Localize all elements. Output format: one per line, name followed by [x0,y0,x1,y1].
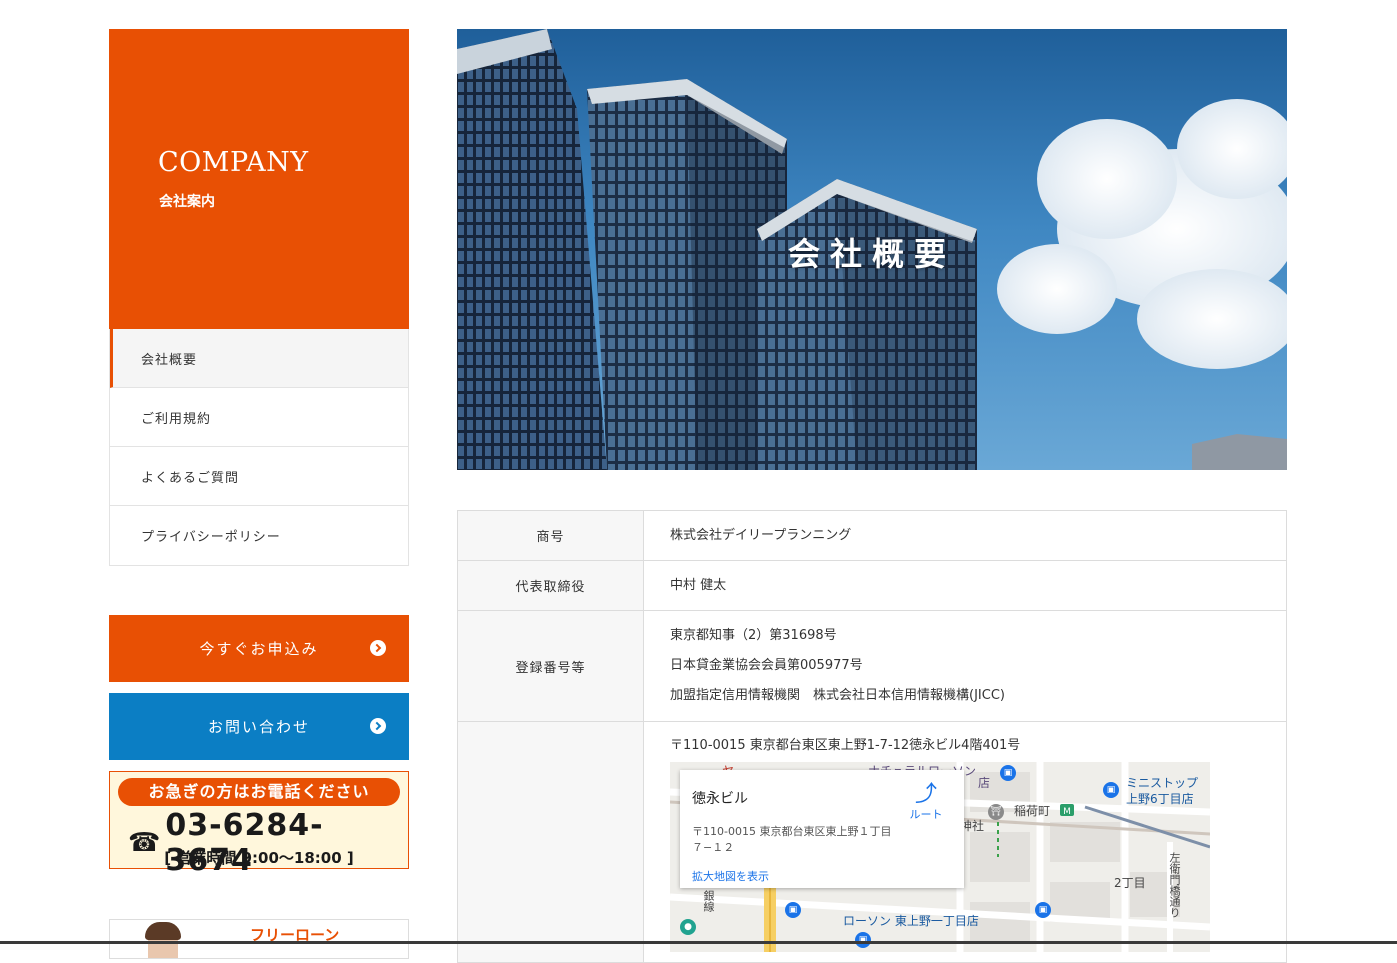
row-value: 株式会社デイリープランニング [644,511,1286,560]
hero-title: 会社概要 [787,235,956,273]
sidebar-header: COMPANY 会社案内 [109,29,409,329]
map-label: 銀線 [702,890,715,912]
map-info-card: 徳永ビル 〒110-0015 東京都台東区東上野１丁目７−１２ 拡大地図を表示 … [680,770,964,888]
hero-banner: 会社概要 [457,29,1287,470]
enlarge-map-link[interactable]: 拡大地図を表示 [692,868,769,884]
phone-banner[interactable]: お急ぎの方はお電話ください ☎ 03-6284-3674 [ 営業時間 9:00… [109,771,409,878]
apply-now-button[interactable]: 今すぐお申込み [109,615,409,682]
store-pin-icon[interactable]: ▣ [1035,902,1051,918]
subway-station-icon[interactable]: M [1060,804,1074,817]
sidebar-item-label: ご利用規約 [141,411,212,427]
sidebar-item-label: プライバシーポリシー [141,530,281,545]
company-address: 〒110-0015 東京都台東区東上野1-7-12徳永ビル4階401号 [670,738,1021,753]
route-button[interactable]: ⤴ ルート [906,784,946,822]
table-row: 商号 株式会社デイリープランニング [458,511,1286,561]
sidebar-item-company-overview[interactable]: 会社概要 [110,329,408,388]
table-row: 代表取締役 中村 健太 [458,561,1286,611]
apply-now-label: 今すぐお申込み [199,640,319,658]
store-pin-icon[interactable]: ▣ [1103,782,1119,798]
table-row: 登録番号等 東京都知事（2）第31698号 日本貸金業協会会員第005977号 … [458,611,1286,722]
sidebar-heading-jp: 会社案内 [159,194,215,210]
contact-button[interactable]: お問い合わせ [109,693,409,760]
map-label: 上野6丁目店 [1126,792,1194,806]
place-pin-icon[interactable]: ● [680,919,696,935]
row-value: 中村 健太 [644,561,1286,610]
route-label: ルート [909,808,943,821]
credit-bureau: 加盟指定信用情報機関 株式会社日本信用情報機構(JICC) [670,688,1005,703]
sidebar-item-privacy[interactable]: プライバシーポリシー [110,506,408,565]
free-loan-banner[interactable]: フリーローン [109,919,409,959]
map-label: ミニストップ [1126,776,1199,790]
sidebar-nav: 会社概要 ご利用規約 よくあるご質問 プライバシーポリシー [109,329,409,566]
map-place-address: 〒110-0015 東京都台東区東上野１丁目７−１２ [692,825,892,854]
row-label: 商号 [458,511,644,560]
table-row: 〒110-0015 東京都台東区東上野1-7-12徳永ビル4階401号 店 ▣ … [458,722,1286,962]
sidebar-heading-en: COMPANY [158,147,309,178]
row-value: 東京都知事（2）第31698号 日本貸金業協会会員第005977号 加盟指定信用… [644,611,1286,721]
sidebar-item-terms[interactable]: ご利用規約 [110,388,408,447]
map-label: 2丁目 [1114,876,1146,890]
store-pin-icon[interactable]: ▣ [785,902,801,918]
chevron-right-icon [370,640,386,656]
store-pin-icon[interactable]: ▣ [1000,765,1016,781]
sidebar-item-label: 会社概要 [141,352,198,368]
google-map-embed[interactable]: ナチュラルローソン 店 ▣ ▣ ミニストップ 上野6丁目店 稲荷町 M ⛩ 神社… [670,762,1210,952]
row-label [458,722,644,962]
sidebar-item-label: よくあるご質問 [141,470,240,486]
temple-pin-icon[interactable]: ⛩ [988,804,1004,820]
company-info-table: 商号 株式会社デイリープランニング 代表取締役 中村 健太 登録番号等 東京都知… [457,510,1287,963]
row-label: 登録番号等 [458,611,644,721]
store-pin-icon[interactable]: ▣ [855,932,871,948]
map-label: ローソン 東上野一丁目店 [843,914,979,928]
company-name: 株式会社デイリープランニング [670,527,852,543]
phone-banner-headline: お急ぎの方はお電話ください [118,778,400,806]
sidebar-item-faq[interactable]: よくあるご質問 [110,447,408,506]
chevron-right-icon [370,718,386,734]
business-hours: [ 営業時間 9:00〜18:00 ] [164,849,354,867]
map-label: 稲荷町 [1014,804,1051,818]
map-label: 左衛門橋通り [1168,852,1181,918]
registration-number: 東京都知事（2）第31698号 [670,628,837,643]
directions-icon: ⤴ [914,782,937,807]
row-value: 〒110-0015 東京都台東区東上野1-7-12徳永ビル4階401号 店 ▣ … [644,722,1286,962]
row-label: 代表取締役 [458,561,644,610]
representative-name: 中村 健太 [670,577,727,593]
association-membership: 日本貸金業協会会員第005977号 [670,658,863,673]
map-label: 店 [978,776,991,790]
contact-label: お問い合わせ [207,718,310,736]
